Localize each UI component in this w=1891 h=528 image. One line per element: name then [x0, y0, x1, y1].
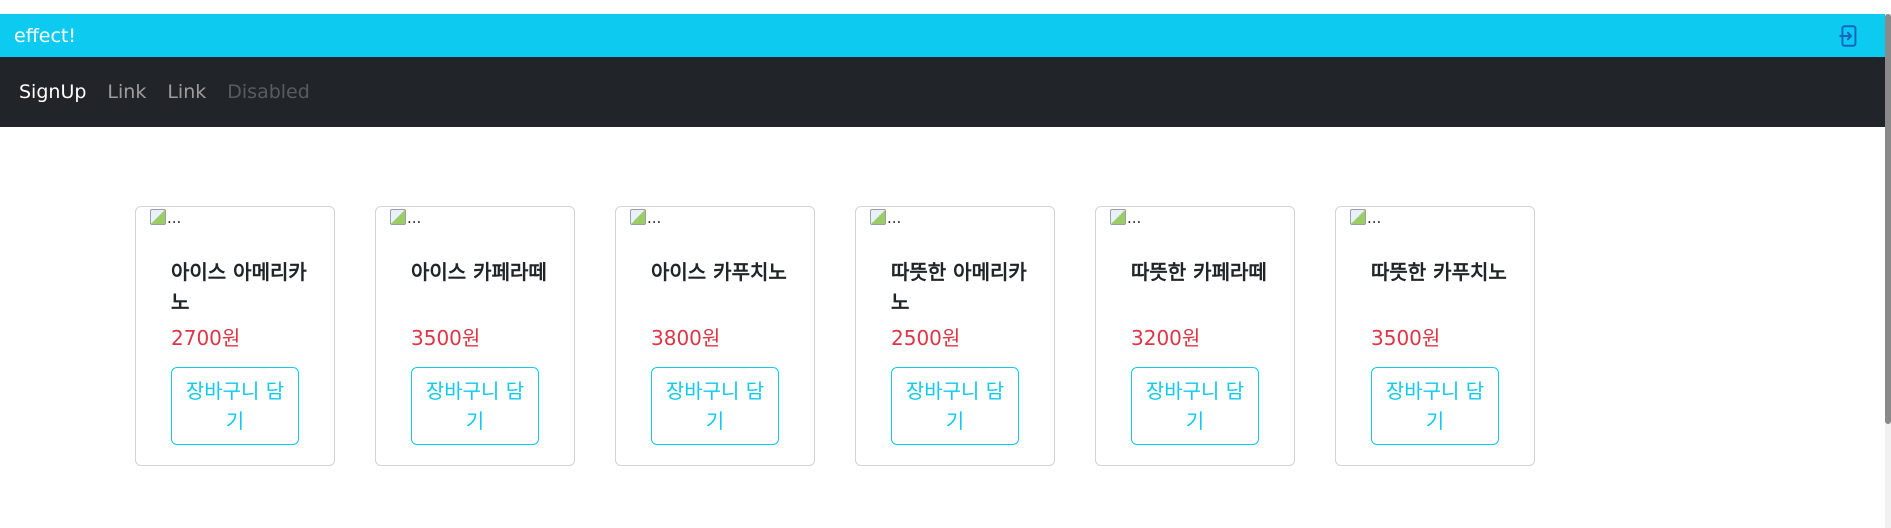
add-to-cart-button[interactable]: 장바구니 담기: [171, 367, 299, 445]
product-image: ...: [630, 209, 661, 227]
product-price: 3800원: [651, 326, 721, 350]
product-card: ... 아이스 카푸치노 3800원 장바구니 담기: [615, 206, 815, 466]
add-to-cart-label: 장바구니 담기: [665, 379, 765, 433]
product-title: 아이스 카푸치노: [651, 260, 787, 284]
browser-chrome-strip: [0, 0, 1891, 14]
add-to-cart-label: 장바구니 담기: [1145, 379, 1245, 433]
product-image: ...: [150, 209, 181, 227]
add-to-cart-button[interactable]: 장바구니 담기: [651, 367, 779, 445]
logout-icon[interactable]: [1835, 21, 1865, 51]
product-title: 따뜻한 아메리카노: [891, 260, 1027, 314]
product-image: ...: [1350, 209, 1381, 227]
image-alt-text: ...: [1367, 209, 1382, 227]
product-card: ... 따뜻한 카페라떼 3200원 장바구니 담기: [1095, 206, 1295, 466]
broken-image-icon: [1350, 209, 1366, 225]
image-alt-text: ...: [167, 209, 182, 227]
product-price: 3500원: [411, 326, 481, 350]
product-card: ... 아이스 카페라떼 3500원 장바구니 담기: [375, 206, 575, 466]
nav-link-2[interactable]: Link: [167, 81, 206, 103]
product-card: ... 따뜻한 카푸치노 3500원 장바구니 담기: [1335, 206, 1535, 466]
brand-title: effect!: [14, 24, 76, 47]
product-image: ...: [870, 209, 901, 227]
product-card-list: ... 아이스 아메리카노 2700원 장바구니 담기 ... 아이스 카페라떼…: [135, 206, 1535, 466]
broken-image-icon: [1110, 209, 1126, 225]
image-alt-text: ...: [1127, 209, 1142, 227]
product-title: 아이스 카페라떼: [411, 260, 547, 284]
product-image: ...: [1110, 209, 1141, 227]
product-title: 따뜻한 카페라떼: [1131, 260, 1267, 284]
product-card: ... 따뜻한 아메리카노 2500원 장바구니 담기: [855, 206, 1055, 466]
image-alt-text: ...: [647, 209, 662, 227]
main-navbar: SignUp Link Link Disabled: [0, 57, 1885, 127]
add-to-cart-label: 장바구니 담기: [185, 379, 285, 433]
page: effect! SignUp Link Link Disabled ... 아이…: [0, 0, 1891, 528]
nav-disabled: Disabled: [227, 81, 310, 103]
add-to-cart-button[interactable]: 장바구니 담기: [1371, 367, 1499, 445]
add-to-cart-button[interactable]: 장바구니 담기: [1131, 367, 1259, 445]
product-card: ... 아이스 아메리카노 2700원 장바구니 담기: [135, 206, 335, 466]
broken-image-icon: [870, 209, 886, 225]
product-price: 3500원: [1371, 326, 1441, 350]
product-price: 2700원: [171, 326, 241, 350]
add-to-cart-button[interactable]: 장바구니 담기: [411, 367, 539, 445]
product-image: ...: [390, 209, 421, 227]
scrollbar-thumb[interactable]: [1885, 14, 1891, 424]
top-header: effect!: [0, 14, 1885, 57]
product-price: 2500원: [891, 326, 961, 350]
broken-image-icon: [150, 209, 166, 225]
product-title: 따뜻한 카푸치노: [1371, 260, 1507, 284]
broken-image-icon: [390, 209, 406, 225]
add-to-cart-label: 장바구니 담기: [905, 379, 1005, 433]
broken-image-icon: [630, 209, 646, 225]
image-alt-text: ...: [887, 209, 902, 227]
add-to-cart-label: 장바구니 담기: [1385, 379, 1485, 433]
product-title: 아이스 아메리카노: [171, 260, 307, 314]
add-to-cart-label: 장바구니 담기: [425, 379, 525, 433]
add-to-cart-button[interactable]: 장바구니 담기: [891, 367, 1019, 445]
nav-signup[interactable]: SignUp: [19, 81, 86, 103]
product-price: 3200원: [1131, 326, 1201, 350]
nav-link-1[interactable]: Link: [107, 81, 146, 103]
image-alt-text: ...: [407, 209, 422, 227]
